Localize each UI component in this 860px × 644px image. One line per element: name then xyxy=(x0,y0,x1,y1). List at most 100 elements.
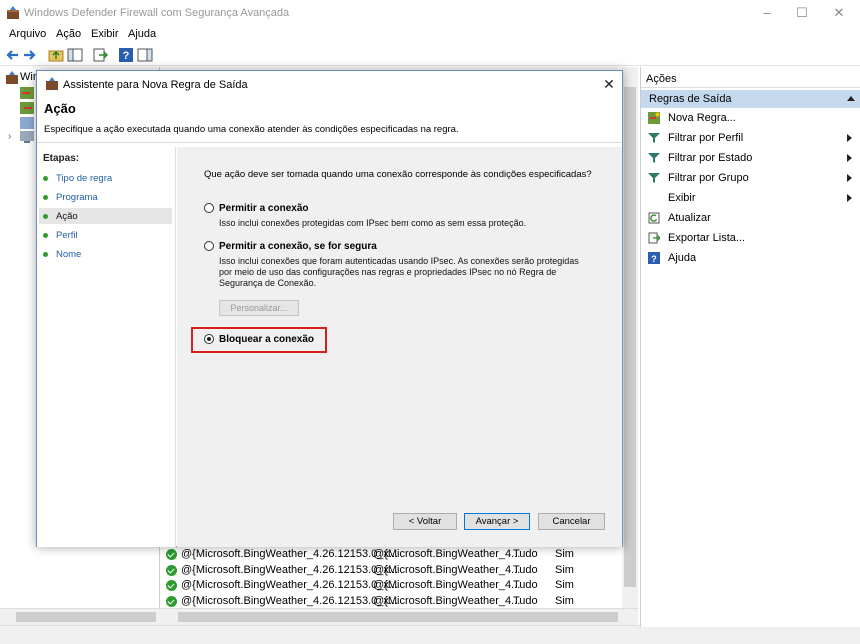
allow-if-secure-label[interactable]: Permitir a conexão, se for segura xyxy=(219,241,377,252)
step-dot-icon xyxy=(43,233,48,238)
rule-name: @{Microsoft.BingWeather_4.26.12153.0_x..… xyxy=(181,595,399,607)
help-icon: ? xyxy=(648,252,660,264)
up-folder-icon[interactable] xyxy=(48,47,64,63)
step-name[interactable]: Nome xyxy=(39,246,172,262)
step-label: Programa xyxy=(56,192,98,203)
actions-header: Ações xyxy=(641,70,860,88)
rule-group: @{Microsoft.BingWeather_4... xyxy=(373,548,521,560)
enabled-check-icon xyxy=(166,565,177,576)
dialog-heading: Ação xyxy=(44,101,76,116)
outbound-rules-icon[interactable] xyxy=(20,102,34,114)
action-label: Atualizar xyxy=(668,212,711,224)
back-button[interactable]: < Voltar xyxy=(393,513,457,530)
new-rule-icon xyxy=(648,112,660,124)
enabled-check-icon xyxy=(166,596,177,607)
menu-acao[interactable]: Ação xyxy=(56,28,81,40)
customize-button[interactable]: Personalizar... xyxy=(219,300,299,316)
block-connection-radio[interactable] xyxy=(204,334,214,344)
actions-section-outbound-rules[interactable]: Regras de Saída xyxy=(641,90,860,108)
step-rule-type[interactable]: Tipo de regra xyxy=(39,170,172,186)
step-dot-icon xyxy=(43,176,48,181)
action-new-rule[interactable]: Nova Regra... xyxy=(641,109,860,128)
connection-security-icon[interactable] xyxy=(20,117,34,129)
action-label: Filtrar por Perfil xyxy=(668,132,744,144)
horizontal-scrollbar[interactable] xyxy=(0,608,638,625)
action-view[interactable]: Exibir xyxy=(641,189,860,208)
allow-if-secure-radio[interactable] xyxy=(204,241,214,251)
action-help[interactable]: ? Ajuda xyxy=(641,249,860,268)
list-vertical-scrollbar[interactable] xyxy=(622,67,638,615)
step-program[interactable]: Programa xyxy=(39,189,172,205)
back-arrow-icon[interactable] xyxy=(4,47,20,63)
firewall-icon xyxy=(46,77,58,90)
inbound-rules-icon[interactable] xyxy=(20,87,34,99)
action-question: Que ação deve ser tomada quando uma cone… xyxy=(204,169,592,180)
action-export-list[interactable]: Exportar Lista... xyxy=(641,229,860,248)
action-label: Filtrar por Grupo xyxy=(668,172,749,184)
step-label: Nome xyxy=(56,249,82,260)
action-filter-by-profile[interactable]: Filtrar por Perfil xyxy=(641,129,860,148)
allow-connection-label[interactable]: Permitir a conexão xyxy=(219,203,308,214)
rule-enabled: Sim xyxy=(555,595,574,607)
close-window-button[interactable]: ✕ xyxy=(824,4,854,22)
step-dot-icon xyxy=(43,214,48,219)
step-dot-icon xyxy=(43,252,48,257)
menu-arquivo[interactable]: Arquivo xyxy=(9,28,46,40)
actions-section-label: Regras de Saída xyxy=(649,93,732,105)
step-action[interactable]: Ação xyxy=(39,208,172,224)
rule-enabled: Sim xyxy=(555,579,574,591)
next-button[interactable]: Avançar > xyxy=(464,513,530,530)
action-label: Exportar Lista... xyxy=(668,232,746,244)
rule-enabled: Sim xyxy=(555,548,574,560)
action-label: Filtrar por Estado xyxy=(668,152,753,164)
monitoring-icon[interactable] xyxy=(20,131,34,143)
block-connection-label[interactable]: Bloquear a conexão xyxy=(219,334,314,345)
export-icon[interactable] xyxy=(92,47,108,63)
wizard-content: Que ação deve ser tomada quando uma cone… xyxy=(177,147,622,547)
expand-chevron-icon[interactable]: › xyxy=(8,131,11,142)
tree-scroll-thumb[interactable] xyxy=(16,612,156,622)
minimize-button[interactable]: – xyxy=(752,4,782,22)
step-profile[interactable]: Perfil xyxy=(39,227,172,243)
refresh-icon xyxy=(648,212,660,224)
dialog-description: Especifique a ação executada quando uma … xyxy=(44,124,459,135)
list-scroll-thumb[interactable] xyxy=(178,612,618,622)
action-label: Ajuda xyxy=(668,252,697,264)
firewall-icon xyxy=(6,71,18,84)
allow-connection-radio[interactable] xyxy=(204,203,214,213)
dialog-titlebar: Assistente para Nova Regra de Saída ✕ xyxy=(37,71,622,97)
firewall-icon xyxy=(7,6,19,19)
enabled-check-icon xyxy=(166,580,177,591)
rule-name: @{Microsoft.BingWeather_4.26.12153.0_x..… xyxy=(181,548,399,560)
dialog-title: Assistente para Nova Regra de Saída xyxy=(63,79,248,91)
table-row[interactable]: @{Microsoft.BingWeather_4.26.12153.0_x..… xyxy=(166,564,626,579)
wizard-steps: Etapas: Tipo de regra Programa Ação Perf… xyxy=(37,147,176,547)
rule-enabled: Sim xyxy=(555,564,574,576)
window-title: Windows Defender Firewall com Segurança … xyxy=(24,7,290,19)
scroll-thumb[interactable] xyxy=(624,87,636,587)
maximize-button[interactable]: ☐ xyxy=(787,4,817,22)
actions-pane: Ações Regras de Saída Nova Regra... Filt… xyxy=(640,67,860,627)
table-row[interactable]: @{Microsoft.BingWeather_4.26.12153.0_x..… xyxy=(166,548,626,563)
submenu-arrow-icon xyxy=(847,154,852,162)
forward-arrow-icon[interactable] xyxy=(22,47,38,63)
rule-profile: Tudo xyxy=(513,548,538,560)
action-refresh[interactable]: Atualizar xyxy=(641,209,860,228)
menu-ajuda[interactable]: Ajuda xyxy=(128,28,156,40)
show-hide-action-pane-icon[interactable] xyxy=(137,47,153,63)
action-filter-by-state[interactable]: Filtrar por Estado xyxy=(641,149,860,168)
rule-profile: Tudo xyxy=(513,564,538,576)
submenu-arrow-icon xyxy=(847,134,852,142)
step-label: Tipo de regra xyxy=(56,173,113,184)
action-filter-by-group[interactable]: Filtrar por Grupo xyxy=(641,169,860,188)
collapse-caret-icon[interactable] xyxy=(847,96,855,101)
svg-text:?: ? xyxy=(123,50,130,62)
rule-group: @{Microsoft.BingWeather_4... xyxy=(373,579,521,591)
menu-exibir[interactable]: Exibir xyxy=(91,28,119,40)
close-icon[interactable]: ✕ xyxy=(599,74,619,94)
step-dot-icon xyxy=(43,195,48,200)
cancel-button[interactable]: Cancelar xyxy=(538,513,605,530)
help-icon[interactable]: ? xyxy=(118,47,134,63)
show-hide-tree-icon[interactable] xyxy=(67,47,83,63)
table-row[interactable]: @{Microsoft.BingWeather_4.26.12153.0_x..… xyxy=(166,579,626,594)
